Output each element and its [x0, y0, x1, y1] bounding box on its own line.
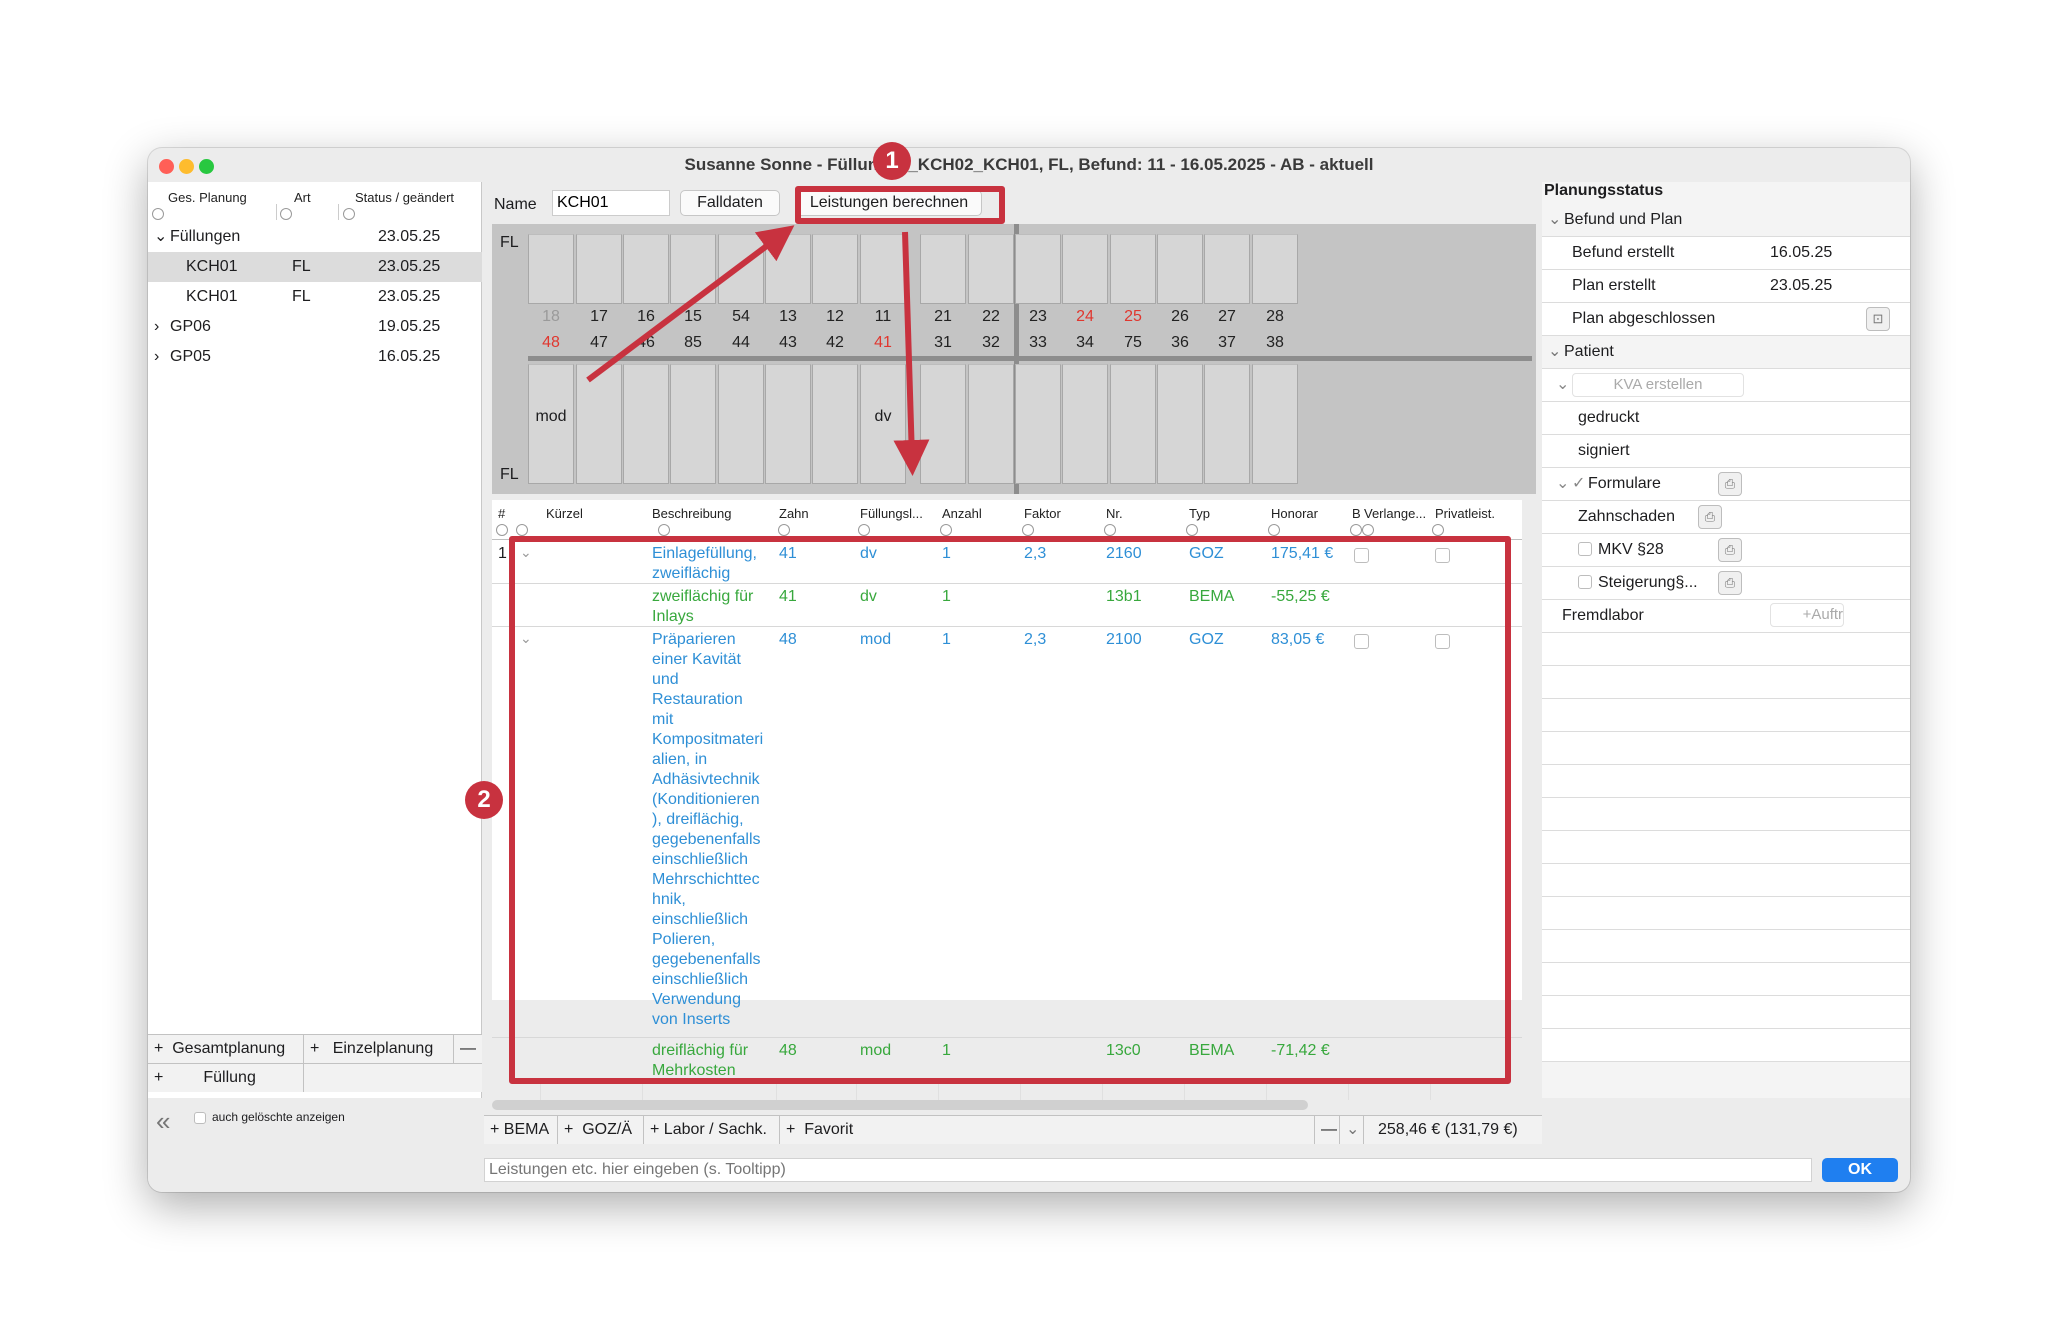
arrow-to-button [586, 225, 795, 383]
annotation-arrows [586, 225, 930, 476]
arrow-to-table [893, 231, 930, 476]
